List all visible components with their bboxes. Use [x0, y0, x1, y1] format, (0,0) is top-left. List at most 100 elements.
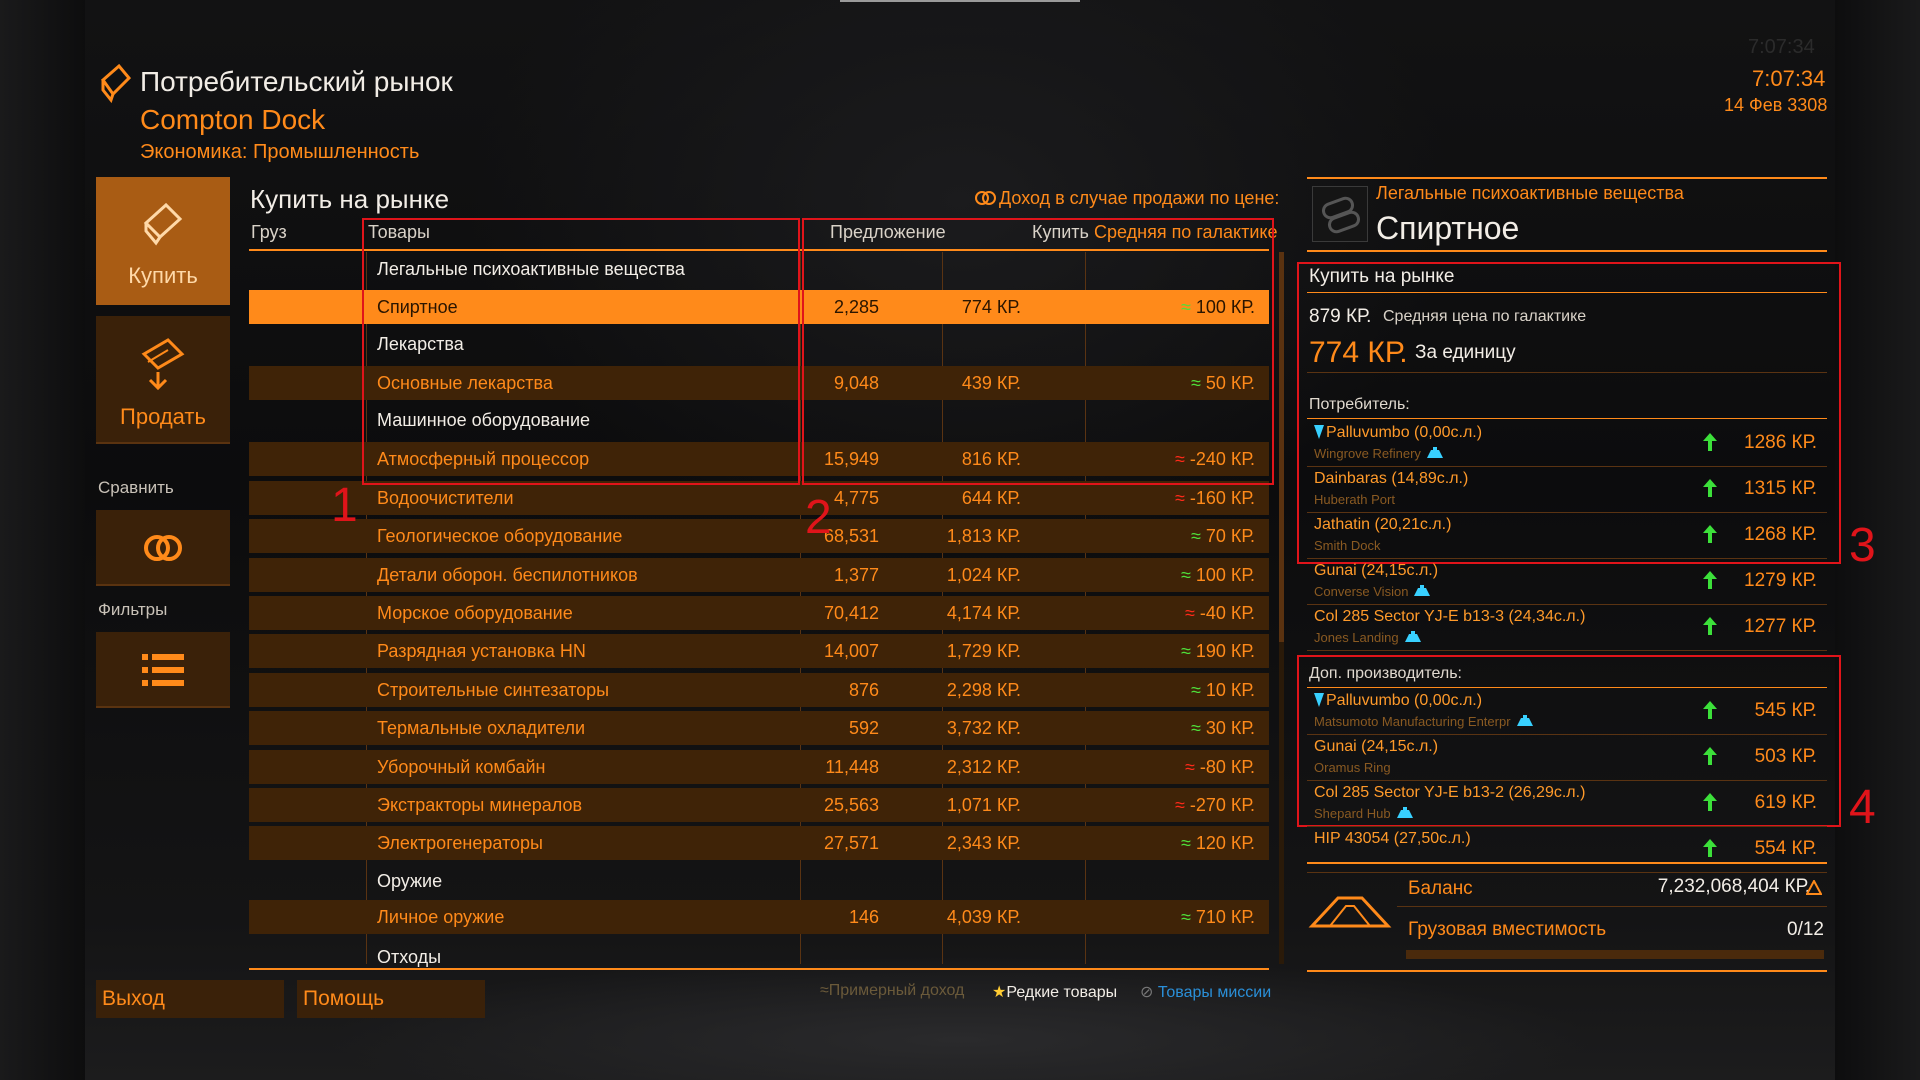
- profit-hint: Доход в случае продажи по цене:: [999, 188, 1280, 208]
- scrollbar-thumb[interactable]: [1279, 252, 1284, 642]
- compare-button[interactable]: [96, 510, 230, 586]
- market-system: Col 285 Sector YJ-E b13-2 (26,29с.л.): [1314, 784, 1585, 802]
- price-up-arrow-icon: [1703, 793, 1717, 811]
- detail-title-line: [1307, 250, 1827, 252]
- capsule-icon: [1321, 196, 1361, 234]
- annotation-label-3: 3: [1849, 519, 1876, 572]
- commodity-row[interactable]: Личное оружие 146 4,039 КР. ≈ 710 КР.: [249, 900, 1269, 934]
- buy-button[interactable]: Купить: [96, 177, 230, 305]
- buy-price: 2,298 КР.: [946, 680, 1021, 700]
- profit-estimate: ≈ 190 КР.: [1181, 641, 1255, 662]
- market-price: 1268 КР.: [1744, 524, 1817, 545]
- market-system: HIP 43054 (27,50с.л.): [1314, 830, 1471, 848]
- commodity-row[interactable]: Водоочистители 4,775 644 КР. ≈ -160 КР.: [249, 481, 1269, 515]
- detail-category: Легальные психоактивные вещества: [1376, 183, 1684, 203]
- market-station-name: Matsumoto Manufacturing Enterpr: [1314, 714, 1511, 729]
- approx-trend-icon: ≈: [1180, 907, 1191, 927]
- producers-line: [1307, 687, 1827, 688]
- commodity-row[interactable]: Детали оборон. беспилотников 1,377 1,024 К…: [249, 558, 1269, 592]
- market-entry[interactable]: Col 285 Sector YJ-E b13-2 (26,29с.л.) She…: [1307, 782, 1827, 827]
- market-system: Col 285 Sector YJ-E b13-3 (24,34с.л.): [1314, 608, 1585, 626]
- legend-approx-label: Примерный доход: [828, 982, 965, 999]
- commodity-row[interactable]: Морское оборудование 70,412 4,174 КР. ≈ -40…: [249, 596, 1269, 630]
- market-station: Converse Vision: [1314, 584, 1432, 599]
- price-up-arrow-icon: [1703, 617, 1717, 635]
- commodity-name: Уборочный комбайн: [377, 757, 546, 777]
- market-price: 1315 КР.: [1744, 478, 1817, 499]
- market-entry[interactable]: Palluvumbo (0,00с.л.) Wingrove Refinery 12…: [1307, 422, 1827, 467]
- buy-price: 1,813 КР.: [946, 526, 1021, 546]
- col-cargo[interactable]: Груз: [251, 222, 287, 243]
- market-entry[interactable]: Gunai (24,15с.л.) Converse Vision 1279 КР.: [1307, 560, 1827, 605]
- market-entry[interactable]: Palluvumbo (0,00с.л.) Matsumoto Manufactu…: [1307, 690, 1827, 735]
- approx-trend-icon: ≈: [1180, 833, 1191, 853]
- market-entry[interactable]: Col 285 Sector YJ-E b13-3 (24,34с.л.) Jon…: [1307, 606, 1827, 651]
- buy-price: 2,312 КР.: [946, 757, 1021, 777]
- market-system-name: Gunai (24,15с.л.): [1314, 562, 1439, 579]
- market-entry[interactable]: Gunai (24,15с.л.) Oramus Ring 503 КР.: [1307, 736, 1827, 781]
- supply-value: 1,377: [833, 565, 879, 585]
- commodity-row[interactable]: Термальные охладители 592 3,732 КР. ≈ 30 КР…: [249, 711, 1269, 745]
- clock-reflection: 7:07:34: [1748, 36, 1815, 58]
- market-price: 619 КР.: [1754, 792, 1817, 813]
- profit-estimate: ≈ -40 КР.: [1185, 603, 1255, 624]
- table-bottom-line: [249, 968, 1269, 970]
- help-button[interactable]: Помощь: [297, 980, 485, 1018]
- market-station-name: Converse Vision: [1314, 584, 1409, 599]
- cargo-capacity-bar: [1406, 950, 1824, 959]
- commodity-name: Детали оборон. беспилотников: [377, 565, 638, 585]
- detail-bottom-line: [1307, 970, 1827, 972]
- commodity-row[interactable]: Электрогенераторы 27,571 2,343 КР. ≈ 120 КР…: [249, 826, 1269, 860]
- price-up-arrow-icon: [1703, 479, 1717, 497]
- detail-commodity-name: Спиртное: [1376, 210, 1520, 246]
- commodity-name: Отходы: [377, 947, 442, 967]
- table-scrollbar[interactable]: [1279, 252, 1284, 964]
- landing-pad-icon: [1516, 715, 1533, 726]
- supply-value: 14,007: [823, 641, 879, 661]
- market-station: Smith Dock: [1314, 538, 1380, 553]
- market-station-name: Jones Landing: [1314, 630, 1399, 645]
- market-system: Gunai (24,15с.л.): [1314, 562, 1438, 580]
- commodity-name: Личное оружие: [377, 907, 505, 927]
- buy-price: 644 КР.: [961, 488, 1021, 508]
- exit-button[interactable]: Выход: [96, 980, 284, 1018]
- market-entry[interactable]: Dainbaras (14,89с.л.) Huberath Port 1315 К…: [1307, 468, 1827, 513]
- market-title: Купить на рынке: [250, 184, 450, 214]
- approx-trend-icon: ≈: [1190, 526, 1201, 546]
- commodity-name: Морское оборудование: [377, 603, 573, 623]
- commodity-row[interactable]: Уборочный комбайн 11,448 2,312 КР. ≈ -80 КР…: [249, 750, 1269, 784]
- landing-pad-icon: [1396, 807, 1413, 818]
- market-entry[interactable]: HIP 43054 (27,50с.л.) 554 КР.: [1307, 828, 1827, 873]
- approx-trend-icon: ≈: [1184, 757, 1195, 777]
- commodity-row[interactable]: Строительные синтезаторы 876 2,298 КР. ≈ 10…: [249, 673, 1269, 707]
- detail-unit-price: 774 КР.: [1309, 336, 1408, 369]
- market-system-name: Palluvumbo (0,00с.л.): [1326, 692, 1483, 709]
- market-price: 1277 КР.: [1744, 616, 1817, 637]
- market-station-name: Oramus Ring: [1314, 760, 1391, 775]
- sell-button[interactable]: Продать: [96, 316, 230, 444]
- market-icon: [100, 63, 132, 104]
- annotation-label-1: 1: [331, 479, 358, 532]
- supply-value: 4,775: [833, 488, 879, 508]
- profit-value: -40 КР.: [1199, 603, 1255, 623]
- market-system-name: Col 285 Sector YJ-E b13-2 (26,29с.л.): [1314, 784, 1586, 801]
- filters-button[interactable]: [96, 632, 230, 708]
- commodity-row[interactable]: Геологическое оборудование 68,531 1,813 КР…: [249, 519, 1269, 553]
- commodity-name: Водоочистители: [377, 488, 514, 508]
- profit-value: 70 КР.: [1205, 526, 1255, 546]
- supply-value: 27,571: [823, 833, 879, 853]
- buy-price: 3,732 КР.: [946, 718, 1021, 738]
- market-system-name: Palluvumbo (0,00с.л.): [1326, 424, 1483, 441]
- commodity-name: Термальные охладители: [377, 718, 586, 738]
- station-economy: Экономика: Промышленность: [140, 141, 420, 163]
- clock-date: 14 Фев 3308: [1724, 95, 1828, 115]
- commodity-row[interactable]: Экстракторы минералов 25,563 1,071 КР. ≈ -2…: [249, 788, 1269, 822]
- approx-trend-icon: ≈: [1180, 641, 1191, 661]
- cargo-capacity-value: 0/12: [1787, 919, 1824, 940]
- annotation-box-1: [362, 218, 800, 485]
- market-entry[interactable]: Jathatin (20,21с.л.) Smith Dock 1268 КР.: [1307, 514, 1827, 559]
- commodity-row[interactable]: Разрядная установка HN 14,007 1,729 КР. ≈ 1…: [249, 634, 1269, 668]
- detail-section-title: Купить на рынке: [1309, 266, 1455, 287]
- annotation-label-4: 4: [1849, 781, 1876, 834]
- supply-value: 11,448: [825, 757, 879, 777]
